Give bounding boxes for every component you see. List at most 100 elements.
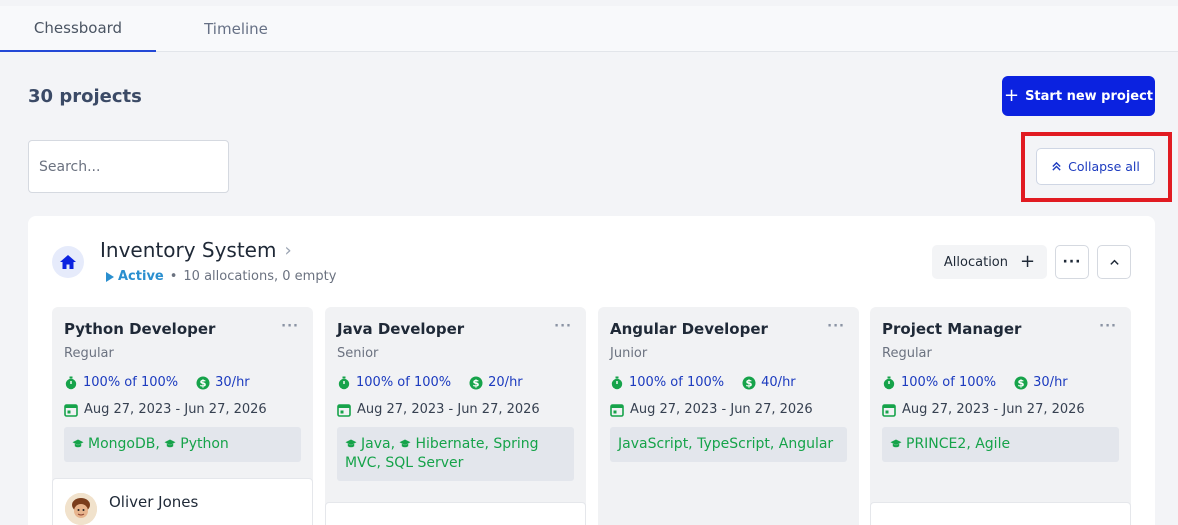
graduation-cap-icon: [164, 439, 176, 448]
more-icon[interactable]: ···: [281, 319, 299, 334]
chevron-up-icon: [1109, 259, 1119, 265]
skill-tag: PRINCE2: [906, 436, 967, 452]
allocation-label: Allocation: [943, 254, 1008, 270]
allocation-text: 100% of 100%: [629, 375, 725, 390]
role-card[interactable]: Python Developer ··· Regular 100% of 100…: [52, 307, 313, 525]
allocation-row: 100% of 100% $30/hr: [64, 375, 250, 390]
stopwatch-icon: [883, 376, 895, 389]
skill-tag: Hibernate: [415, 436, 485, 452]
dollar-icon: $: [469, 376, 483, 389]
project-subtitle: Active • 10 allocations, 0 empty: [106, 269, 336, 284]
more-icon[interactable]: ···: [827, 319, 845, 334]
role-title: Java Developer: [337, 320, 465, 338]
allocation-row: 100% of 100% $30/hr: [882, 375, 1068, 390]
skill-tag: Agile: [975, 436, 1011, 452]
plus-icon: +: [1020, 251, 1036, 272]
more-options-button[interactable]: ···: [1055, 245, 1089, 279]
role-level: Senior: [337, 346, 379, 361]
play-icon: [106, 271, 114, 282]
tab-timeline[interactable]: Timeline: [156, 6, 316, 51]
allocation-slot[interactable]: [325, 502, 586, 525]
rate-text: 30/hr: [215, 375, 250, 390]
skill-tag: SQL Server: [385, 455, 464, 471]
date-range: Aug 27, 2023 - Jun 27, 2026: [84, 402, 267, 417]
skills-list: Java, Hibernate, Spring MVC, SQL Server: [337, 427, 574, 481]
date-range: Aug 27, 2023 - Jun 27, 2026: [357, 402, 540, 417]
allocation-slot[interactable]: [870, 502, 1131, 525]
svg-text:$: $: [473, 378, 480, 389]
dollar-icon: $: [1014, 376, 1028, 389]
role-card[interactable]: Angular Developer ··· Junior 100% of 100…: [598, 307, 859, 525]
collapse-all-label: Collapse all: [1068, 159, 1140, 174]
calendar-icon: [337, 403, 351, 417]
role-level: Junior: [610, 346, 648, 361]
dollar-icon: $: [742, 376, 756, 389]
home-icon: [52, 246, 84, 278]
collapse-project-button[interactable]: [1097, 245, 1131, 279]
more-icon[interactable]: ···: [554, 319, 572, 334]
add-allocation-button[interactable]: Allocation +: [932, 245, 1047, 279]
project-title[interactable]: Inventory System ›: [100, 238, 292, 262]
stopwatch-icon: [338, 376, 350, 389]
skill-tag: Java: [361, 436, 391, 452]
graduation-cap-icon: [890, 439, 902, 448]
rate-text: 20/hr: [488, 375, 523, 390]
tab-chessboard[interactable]: Chessboard: [0, 6, 156, 52]
role-card[interactable]: Java Developer ··· Senior 100% of 100% $…: [325, 307, 586, 525]
allocation-row: 100% of 100% $20/hr: [337, 375, 523, 390]
skill-tag: Python: [180, 436, 229, 452]
view-tabs: Chessboard Timeline: [0, 6, 1178, 52]
project-title-text: Inventory System: [100, 238, 277, 262]
status-badge: Active: [106, 269, 164, 284]
allocation-summary: 10 allocations, 0 empty: [183, 269, 337, 284]
allocation-row: 100% of 100% $40/hr: [610, 375, 796, 390]
date-range: Aug 27, 2023 - Jun 27, 2026: [630, 402, 813, 417]
status-text: Active: [118, 269, 164, 284]
date-row: Aug 27, 2023 - Jun 27, 2026: [610, 402, 813, 417]
skill-tag: MongoDB: [88, 436, 156, 452]
start-new-project-button[interactable]: + Start new project: [1002, 76, 1155, 116]
separator-dot: •: [169, 269, 178, 284]
calendar-icon: [882, 403, 896, 417]
rate-text: 40/hr: [761, 375, 796, 390]
assigned-person[interactable]: Oliver Jones: [52, 478, 313, 525]
svg-text:$: $: [1018, 378, 1025, 389]
calendar-icon: [64, 403, 78, 417]
start-new-project-label: Start new project: [1025, 88, 1154, 104]
skills-list: MongoDB, Python: [64, 427, 301, 462]
role-title: Angular Developer: [610, 320, 768, 338]
svg-text:$: $: [200, 378, 207, 389]
date-row: Aug 27, 2023 - Jun 27, 2026: [882, 402, 1085, 417]
graduation-cap-icon: [72, 439, 84, 448]
rate-text: 30/hr: [1033, 375, 1068, 390]
role-level: Regular: [882, 346, 932, 361]
role-title: Project Manager: [882, 320, 1022, 338]
avatar: [65, 493, 97, 525]
graduation-cap-icon: [345, 439, 357, 448]
stopwatch-icon: [611, 376, 623, 389]
allocation-text: 100% of 100%: [83, 375, 179, 390]
role-title: Python Developer: [64, 320, 216, 338]
double-chevron-up-icon: [1052, 161, 1061, 171]
allocation-text: 100% of 100%: [356, 375, 452, 390]
collapse-all-button[interactable]: Collapse all: [1036, 148, 1155, 185]
more-icon: ···: [1062, 254, 1082, 270]
role-card[interactable]: Project Manager ··· Regular 100% of 100%…: [870, 307, 1131, 525]
date-row: Aug 27, 2023 - Jun 27, 2026: [64, 402, 267, 417]
skills-text: JavaScript, TypeScript, Angular: [618, 436, 834, 452]
skills-list: JavaScript, TypeScript, Angular: [610, 427, 847, 462]
search-input[interactable]: [28, 140, 229, 193]
chevron-right-icon: ›: [284, 239, 292, 261]
role-level: Regular: [64, 346, 114, 361]
more-icon[interactable]: ···: [1099, 319, 1117, 334]
dollar-icon: $: [196, 376, 210, 389]
stopwatch-icon: [65, 376, 77, 389]
date-row: Aug 27, 2023 - Jun 27, 2026: [337, 402, 540, 417]
graduation-cap-icon: [399, 439, 411, 448]
person-name: Oliver Jones: [109, 493, 199, 511]
plus-icon: +: [1003, 85, 1020, 106]
allocation-text: 100% of 100%: [901, 375, 997, 390]
calendar-icon: [610, 403, 624, 417]
project-count: 30 projects: [28, 86, 142, 107]
date-range: Aug 27, 2023 - Jun 27, 2026: [902, 402, 1085, 417]
